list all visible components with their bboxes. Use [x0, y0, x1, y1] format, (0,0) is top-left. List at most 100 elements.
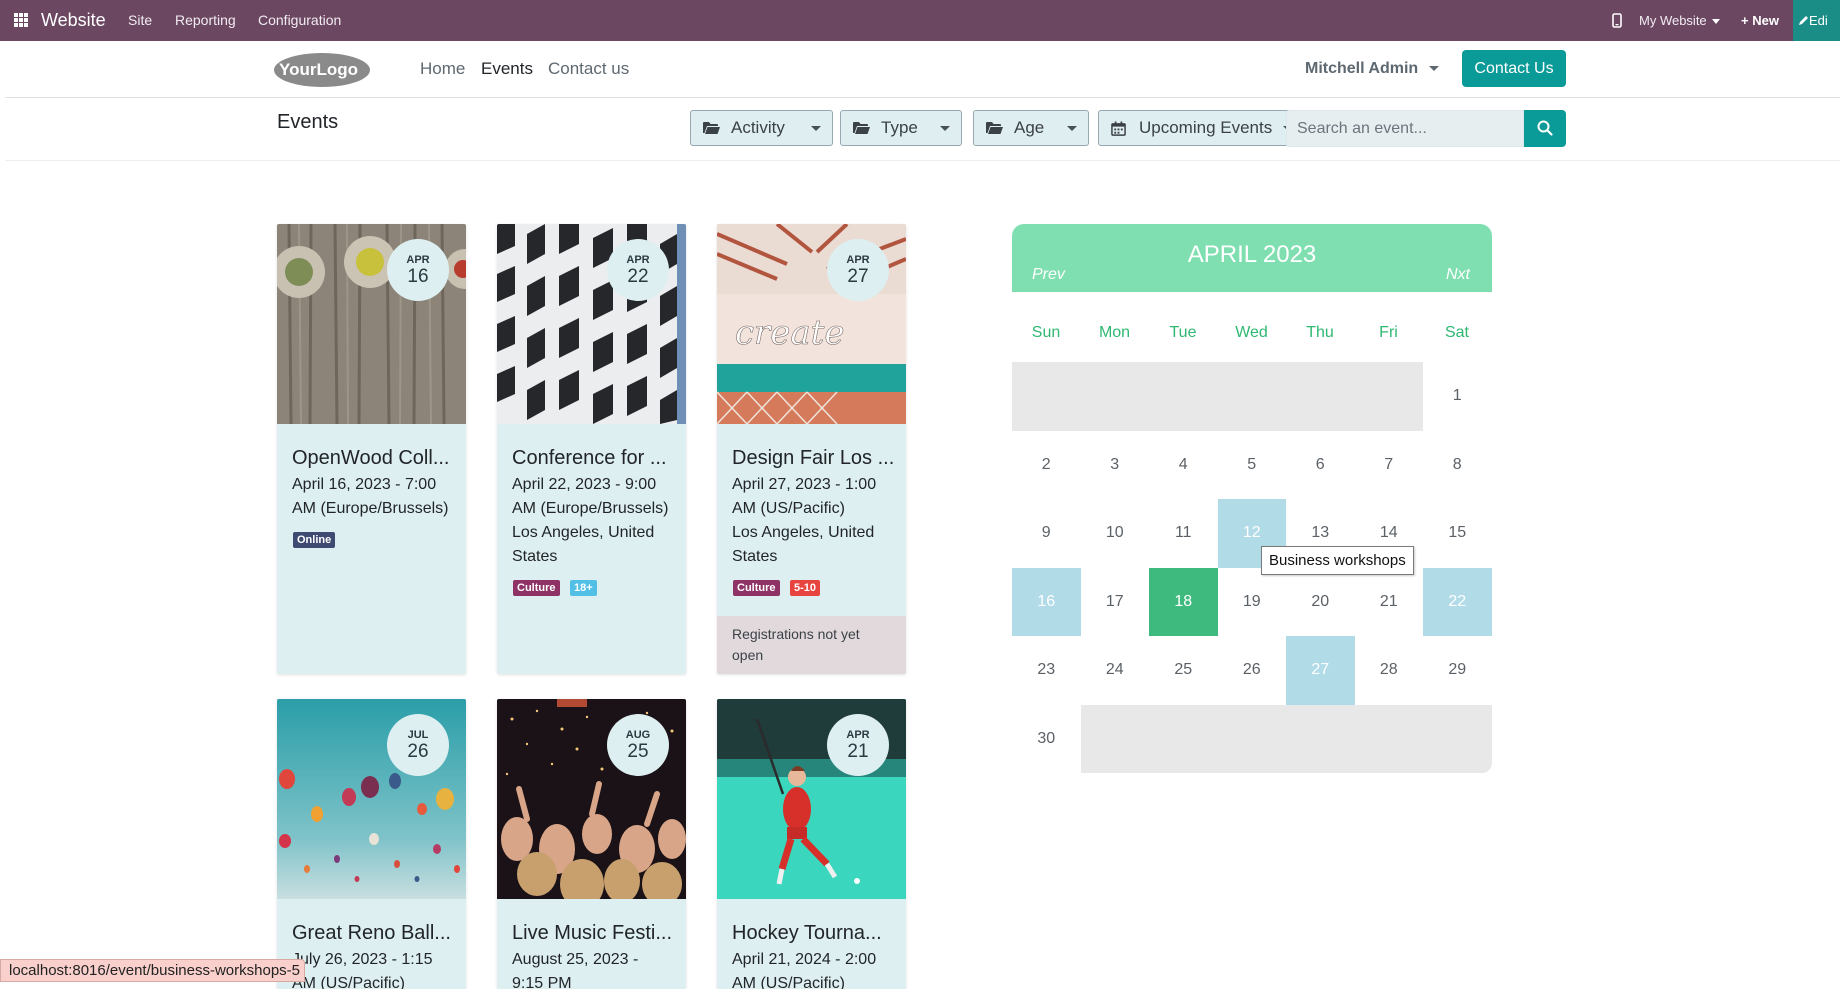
- calendar-day: 7: [1384, 455, 1394, 473]
- calendar-header: APRIL 2023 Prev Nxt: [1012, 224, 1492, 292]
- user-menu[interactable]: Mitchell Admin: [1305, 58, 1439, 80]
- event-tag: 5-10: [790, 580, 821, 596]
- event-date-badge: AUG 25: [607, 714, 669, 776]
- event-card[interactable]: AUG 25 Live Music Festi... August 25, 202…: [497, 699, 686, 989]
- calendar-event-day[interactable]: 16: [1012, 567, 1081, 636]
- event-date: August 25, 2023 -9:15 PM: [512, 951, 639, 989]
- calendar-empty-cells: [1012, 362, 1423, 431]
- admin-navbar: Website Site Reporting Configuration My …: [0, 0, 1840, 41]
- nav-contact-us[interactable]: Contact us: [548, 58, 629, 80]
- event-card[interactable]: JUL 26 Great Reno Ball... July 26, 2023 -…: [277, 699, 466, 989]
- contact-us-button[interactable]: Contact Us: [1462, 50, 1566, 87]
- pencil-icon: [1799, 16, 1808, 25]
- event-card[interactable]: APR 16 OpenWood Coll... April 16, 2023 - …: [277, 224, 466, 674]
- menu-reporting[interactable]: Reporting: [175, 0, 236, 41]
- menu-configuration[interactable]: Configuration: [258, 0, 341, 41]
- calendar-day: 29: [1448, 661, 1467, 678]
- calendar-day: 10: [1105, 524, 1124, 541]
- folder-icon: [986, 122, 1003, 134]
- calendar-day: 1: [1452, 387, 1462, 404]
- search-box: [1286, 110, 1524, 147]
- mobile-preview-icon[interactable]: [1612, 13, 1622, 28]
- calendar-day: 19: [1242, 592, 1261, 610]
- event-card[interactable]: APR 22 Conference for ... April 22, 2023 …: [497, 224, 686, 674]
- event-card[interactable]: APR 21 Hockey Tourna... April 21, 2024 - …: [717, 699, 906, 989]
- calendar-day: 6: [1315, 455, 1325, 473]
- calendar-day: 28: [1379, 661, 1398, 678]
- calendar-prev-link[interactable]: Prev: [1032, 266, 1065, 284]
- event-date-badge: APR 27: [827, 239, 889, 301]
- weekday-wed: Wed: [1235, 324, 1268, 341]
- calendar-event-tooltip: Business workshops: [1261, 546, 1414, 575]
- chevron-down-icon: [940, 126, 950, 131]
- folder-icon: [703, 122, 720, 134]
- activity-dropdown[interactable]: Activity: [690, 110, 833, 146]
- calendar-event-day[interactable]: 22: [1423, 567, 1492, 636]
- event-date-badge: APR 21: [827, 714, 889, 776]
- type-dropdown[interactable]: Type: [840, 110, 962, 146]
- calendar-day: 23: [1037, 661, 1056, 678]
- event-title[interactable]: Design Fair Los ...: [732, 446, 897, 470]
- search-button[interactable]: [1524, 110, 1566, 147]
- event-date-badge: APR 22: [607, 239, 669, 301]
- calendar-next-link[interactable]: Nxt: [1446, 266, 1470, 284]
- app-brand[interactable]: Website: [41, 0, 106, 41]
- calendar-day: 3: [1110, 455, 1120, 473]
- weekday-fri: Fri: [1379, 324, 1398, 341]
- calendar-day: 21: [1379, 592, 1398, 610]
- event-date: July 26, 2023 - 1:15 AM (US/Pacific): [292, 951, 433, 989]
- edit-button[interactable]: Edi: [1793, 0, 1840, 41]
- calendar-month-title: APRIL 2023: [1187, 241, 1317, 268]
- search-icon: [1537, 120, 1553, 136]
- event-title[interactable]: Conference for ...: [512, 446, 677, 470]
- weekday-sat: Sat: [1444, 324, 1469, 341]
- event-date: April 22, 2023 - 9:00 AM (Europe/Brussels…: [512, 476, 669, 517]
- calendar-day: 26: [1242, 661, 1261, 678]
- calendar-today: 18: [1149, 567, 1218, 636]
- svg-text:create: create: [735, 313, 844, 353]
- event-title[interactable]: Great Reno Ball...: [292, 921, 457, 945]
- event-date-badge: APR 16: [387, 239, 449, 301]
- event-tag: Culture: [733, 580, 780, 596]
- menu-site[interactable]: Site: [128, 0, 152, 41]
- event-location: Los Angeles, United States: [732, 524, 875, 565]
- calendar-icon: [1111, 121, 1126, 136]
- events-calendar: APRIL 2023 Prev Nxt Sun Mon Tue Wed Thu Fri Sa…: [1012, 224, 1492, 774]
- weekday-thu: Thu: [1306, 324, 1334, 341]
- event-tag: 18+: [570, 580, 597, 596]
- calendar-day: 17: [1105, 592, 1124, 610]
- event-location: Los Angeles, United States: [512, 524, 655, 565]
- event-card[interactable]: create APR 27 Design Fair Los ... April 2…: [717, 224, 906, 674]
- chevron-down-icon: [811, 126, 821, 131]
- browser-status-url: localhost:8016/event/business-workshops-…: [0, 959, 305, 982]
- calendar-day: 15: [1448, 524, 1467, 541]
- calendar-day: 8: [1452, 455, 1462, 473]
- calendar-day: 24: [1105, 661, 1124, 678]
- search-input[interactable]: [1297, 111, 1517, 146]
- event-title[interactable]: Hockey Tourna...: [732, 921, 897, 945]
- new-content-button[interactable]: + New: [1741, 0, 1779, 41]
- nav-home[interactable]: Home: [420, 58, 465, 80]
- chevron-down-icon: [1067, 126, 1077, 131]
- age-dropdown[interactable]: Age: [973, 110, 1089, 146]
- calendar-event-day[interactable]: 27: [1286, 636, 1355, 705]
- calendar-day: 2: [1041, 455, 1051, 473]
- nav-events[interactable]: Events: [481, 58, 533, 80]
- upcoming-events-dropdown[interactable]: Upcoming Events: [1098, 110, 1305, 146]
- weekday-tue: Tue: [1169, 324, 1197, 341]
- website-switcher[interactable]: My Website: [1639, 0, 1720, 41]
- event-date: April 27, 2023 - 1:00 AM (US/Pacific): [732, 476, 877, 517]
- folder-icon: [853, 122, 870, 134]
- apps-grid-icon[interactable]: [14, 13, 29, 28]
- page-title: Events: [277, 111, 339, 133]
- event-title[interactable]: Live Music Festi...: [512, 921, 677, 945]
- site-logo[interactable]: YourLogo: [272, 50, 372, 90]
- weekday-sun: Sun: [1031, 324, 1061, 341]
- calendar-day: 5: [1247, 455, 1257, 473]
- registration-notice: Registrations not yet open: [717, 616, 906, 674]
- svg-text:YourLogo: YourLogo: [279, 60, 358, 79]
- event-date-badge: JUL 26: [387, 714, 449, 776]
- event-title[interactable]: OpenWood Coll...: [292, 446, 457, 470]
- calendar-day: 9: [1041, 524, 1051, 541]
- event-tag: Culture: [513, 580, 560, 596]
